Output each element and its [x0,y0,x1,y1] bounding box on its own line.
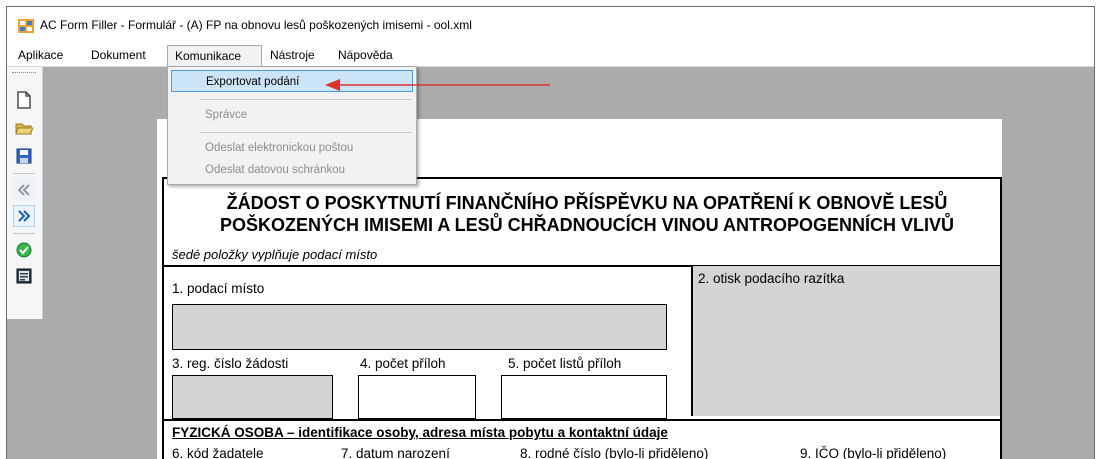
annotation-arrow [325,79,550,91]
app-window: AC Form Filler - Formulář - (A) FP na ob… [6,6,1095,459]
